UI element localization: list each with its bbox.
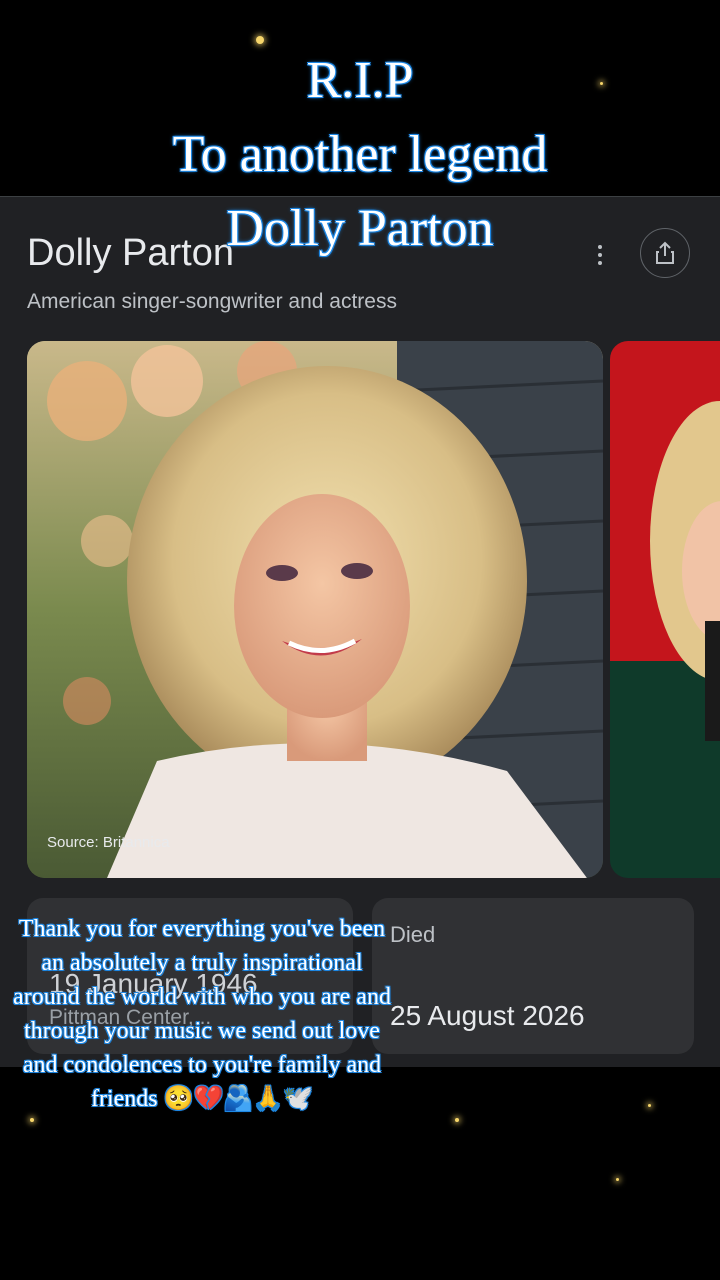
overlay-title-line: R.I.P <box>306 52 414 109</box>
image-source-label: Source: Britannica <box>47 834 170 851</box>
sparkle <box>616 1178 619 1181</box>
entity-photo-secondary[interactable] <box>610 341 720 878</box>
sparkle <box>256 36 264 44</box>
sparkle <box>455 1118 459 1122</box>
overlay-title-line: Dolly Parton <box>226 200 494 257</box>
sparkle <box>30 1118 34 1122</box>
entity-photo-main[interactable] <box>27 341 603 878</box>
overlay-title-line: To another legend <box>172 126 548 183</box>
tribute-message: Thank you for everything you've been an … <box>13 916 391 1112</box>
died-label: Died <box>390 922 436 947</box>
entity-subtitle: American singer-songwriter and actress <box>27 290 397 313</box>
died-date: 25 August 2026 <box>390 1000 585 1031</box>
sparkle <box>648 1104 651 1107</box>
died-card[interactable]: Died 25 August 2026 <box>372 898 694 1054</box>
overlay-title: R.I.P To another legend Dolly Parton <box>0 44 720 266</box>
